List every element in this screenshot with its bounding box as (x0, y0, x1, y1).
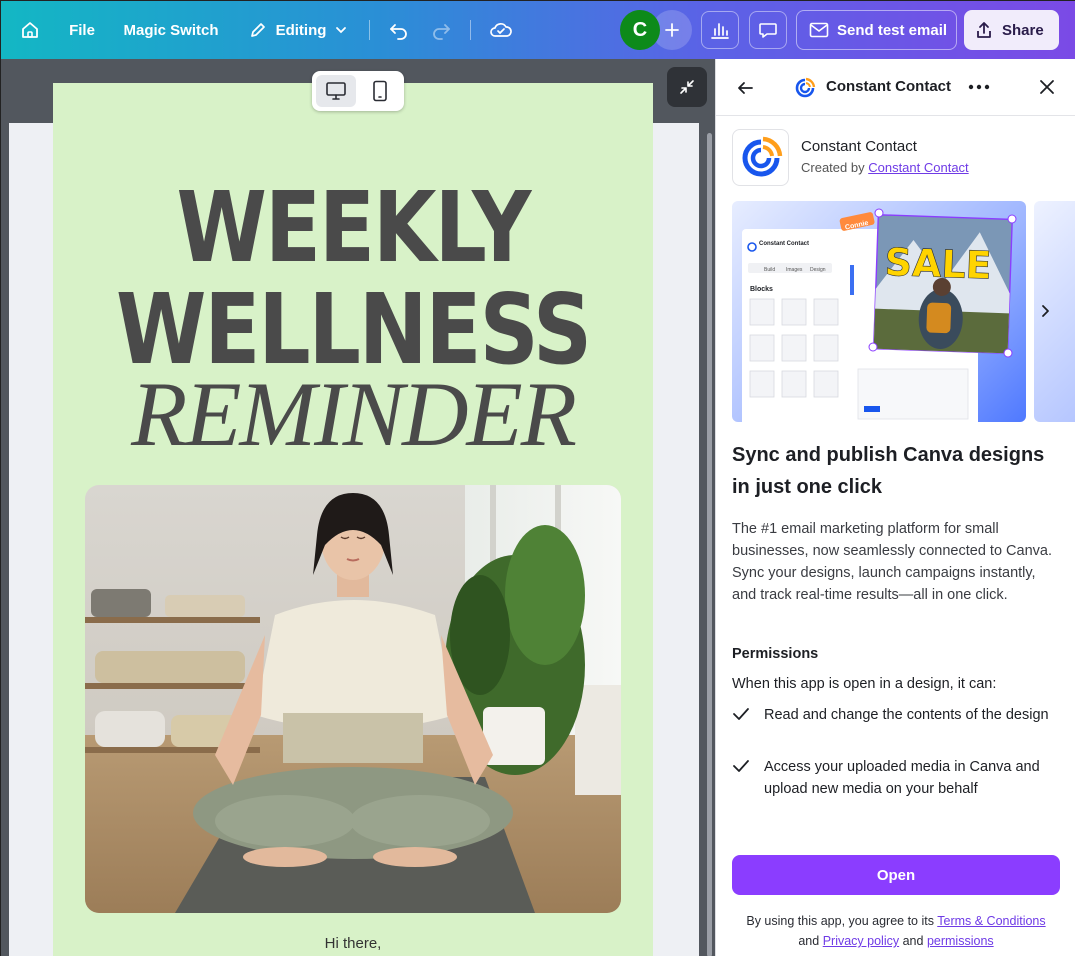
check-icon (733, 708, 749, 720)
terms-link[interactable]: Terms & Conditions (937, 914, 1045, 928)
headline-line-3[interactable]: REMINDER (53, 361, 653, 467)
terms-prefix: By using this app, you agree to its (746, 914, 934, 928)
send-test-email-button[interactable]: Send test email (796, 10, 957, 50)
exit-fullscreen-button[interactable] (667, 67, 707, 107)
carousel-image: Constant Contact Build Images Design Blo… (742, 208, 1017, 422)
permissions-title: Permissions (732, 646, 819, 662)
device-preview-toggle (312, 71, 404, 111)
app-heading: Sync and publish Canva designs in just o… (732, 444, 1045, 498)
check-icon (733, 760, 749, 772)
divider (369, 20, 370, 40)
cloud-check-icon (490, 23, 512, 37)
arrow-left-icon (738, 82, 753, 94)
carousel-tab-2: Images (786, 267, 803, 273)
creator-link[interactable]: Constant Contact (868, 160, 968, 175)
canvas-scrollbar[interactable] (707, 133, 712, 956)
desktop-view-button[interactable] (316, 75, 356, 107)
comments-button[interactable] (749, 11, 787, 49)
created-by-label: Created by (801, 160, 865, 175)
constant-contact-logo-icon (742, 136, 782, 176)
redo-icon (433, 24, 450, 40)
terms-and: and (798, 934, 820, 948)
email-design[interactable]: WEEKLY WELLNESS REMINDER Hi there, (53, 83, 653, 956)
app-description: The #1 email marketing platform for smal… (732, 521, 1052, 603)
top-toolbar: File Magic Switch Editing C Send test em… (1, 1, 1075, 59)
plus-icon (665, 23, 679, 37)
envelope-icon (809, 22, 829, 38)
panel-title: Constant Contact (826, 78, 951, 95)
email-greeting[interactable]: Hi there, (53, 935, 653, 952)
bar-chart-icon (711, 23, 729, 39)
carousel-tab-1: Build (764, 267, 775, 273)
close-button[interactable] (1036, 76, 1058, 98)
permission-item: Access your uploaded media in Canva and … (732, 756, 1062, 800)
share-button[interactable]: Share (964, 10, 1059, 50)
chevron-down-icon (336, 27, 347, 34)
app-details-panel: Constant Contact Constant Contact Create… (715, 59, 1075, 956)
insights-button[interactable] (701, 11, 739, 49)
mobile-view-button[interactable] (360, 75, 400, 107)
app-name: Constant Contact (801, 138, 917, 155)
meditation-photo[interactable] (85, 485, 621, 913)
permission-item: Read and change the contents of the desi… (732, 704, 1062, 728)
app-creator: Created by Constant Contact (801, 160, 969, 175)
panel-header: Constant Contact (716, 59, 1075, 116)
redo-button[interactable] (427, 1, 455, 59)
permissions-intro: When this app is open in a design, it ca… (732, 676, 997, 692)
canvas-overlay (1, 59, 9, 956)
home-button[interactable] (15, 1, 45, 59)
more-icon (968, 84, 990, 90)
avatar[interactable]: C (620, 10, 660, 50)
chevron-right-icon (1042, 305, 1049, 317)
back-button[interactable] (734, 77, 756, 99)
headline-line-1[interactable]: WEEKLY (53, 172, 653, 284)
constant-contact-logo-icon (794, 77, 816, 99)
privacy-policy-link[interactable]: Privacy policy (823, 934, 899, 948)
permission-text: Access your uploaded media in Canva and … (764, 759, 1040, 797)
carousel-sale-text: SALE (884, 240, 992, 288)
terms-notice: By using this app, you agree to its Term… (732, 911, 1060, 951)
editing-mode-dropdown[interactable]: Editing (245, 1, 351, 59)
carousel-tab-3: Design (810, 267, 826, 273)
app-logo (732, 129, 789, 186)
save-status-button[interactable] (487, 1, 515, 59)
magic-switch-button[interactable]: Magic Switch (121, 1, 221, 59)
undo-button[interactable] (385, 1, 413, 59)
undo-icon (390, 24, 407, 40)
app-screenshot-carousel[interactable]: Constant Contact Build Images Design Blo… (732, 201, 1026, 422)
open-app-button[interactable]: Open (732, 855, 1060, 895)
carousel-blocks-title: Blocks (750, 286, 773, 293)
share-label: Share (1002, 21, 1044, 39)
editing-label: Editing (275, 21, 327, 39)
permissions-link[interactable]: permissions (927, 934, 994, 948)
close-icon (1040, 80, 1054, 94)
send-test-email-label: Send test email (837, 21, 948, 39)
design-canvas-area: WEEKLY WELLNESS REMINDER Hi there, (1, 59, 715, 956)
more-options-button[interactable] (966, 76, 992, 98)
share-icon (977, 22, 991, 38)
home-icon (22, 22, 38, 38)
terms-and-2: and (902, 934, 924, 948)
mobile-icon (373, 80, 387, 102)
desktop-icon (326, 82, 346, 100)
carousel-next-button[interactable] (1034, 298, 1056, 324)
carousel-logo-text: Constant Contact (759, 241, 809, 247)
divider (470, 20, 471, 40)
permission-text: Read and change the contents of the desi… (764, 707, 1049, 723)
comment-icon (759, 23, 777, 38)
meditation-photo-illustration (85, 485, 621, 913)
collapse-icon (680, 80, 694, 94)
pencil-icon (250, 23, 265, 37)
file-menu[interactable]: File (61, 1, 103, 59)
